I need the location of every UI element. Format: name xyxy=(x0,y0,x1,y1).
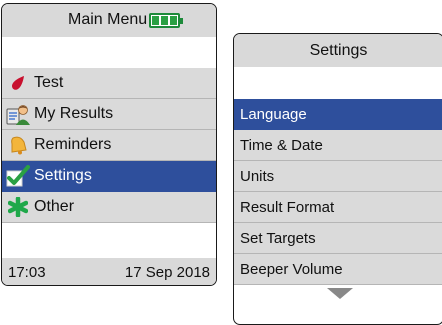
status-bar: 17:03 17 Sep 2018 xyxy=(2,258,216,285)
main-menu-screen: Main Menu Test My Results Reminders Sett… xyxy=(1,3,217,286)
menu-item-label: Other xyxy=(34,198,75,215)
triangle-down-icon[interactable] xyxy=(327,288,353,299)
menu-item-test[interactable]: Test xyxy=(2,68,216,99)
settings-item-time-date[interactable]: Time & Date xyxy=(234,130,442,161)
menu-item-label: My Results xyxy=(34,105,114,122)
settings-item-language[interactable]: Language xyxy=(234,99,442,130)
settings-item-label: Time & Date xyxy=(240,136,323,154)
menu-item-reminders[interactable]: Reminders xyxy=(2,130,216,161)
settings-item-beeper-volume[interactable]: Beeper Volume xyxy=(234,254,442,285)
settings-item-label: Beeper Volume xyxy=(240,260,343,278)
settings-title: Settings xyxy=(309,41,368,59)
settings-item-label: Units xyxy=(240,167,275,185)
settings-item-units[interactable]: Units xyxy=(234,161,442,192)
blood-drop-icon xyxy=(4,71,32,95)
menu-item-label: Reminders xyxy=(34,136,112,153)
settings-item-label: Set Targets xyxy=(240,229,316,247)
checkmark-icon xyxy=(4,164,32,188)
settings-item-result-format[interactable]: Result Format xyxy=(234,192,442,223)
date-display: 17 Sep 2018 xyxy=(124,263,210,281)
main-menu-header: Main Menu xyxy=(2,4,216,37)
battery-icon xyxy=(149,13,183,28)
menu-item-settings[interactable]: Settings xyxy=(2,161,216,192)
settings-header: Settings xyxy=(234,34,442,67)
bell-icon xyxy=(4,133,32,157)
settings-item-set-targets[interactable]: Set Targets xyxy=(234,223,442,254)
settings-item-label: Language xyxy=(240,105,307,123)
menu-item-label: Settings xyxy=(34,167,92,184)
results-person-icon xyxy=(4,102,32,126)
menu-item-label: Test xyxy=(34,74,64,91)
main-menu-title: Main Menu xyxy=(68,11,148,28)
asterisk-icon xyxy=(4,195,32,219)
menu-item-other[interactable]: Other xyxy=(2,192,216,223)
time-display: 17:03 xyxy=(8,263,46,281)
settings-screen: Settings Language Time & Date Units Resu… xyxy=(233,33,442,325)
menu-item-my-results[interactable]: My Results xyxy=(2,99,216,130)
settings-item-label: Result Format xyxy=(240,198,335,216)
